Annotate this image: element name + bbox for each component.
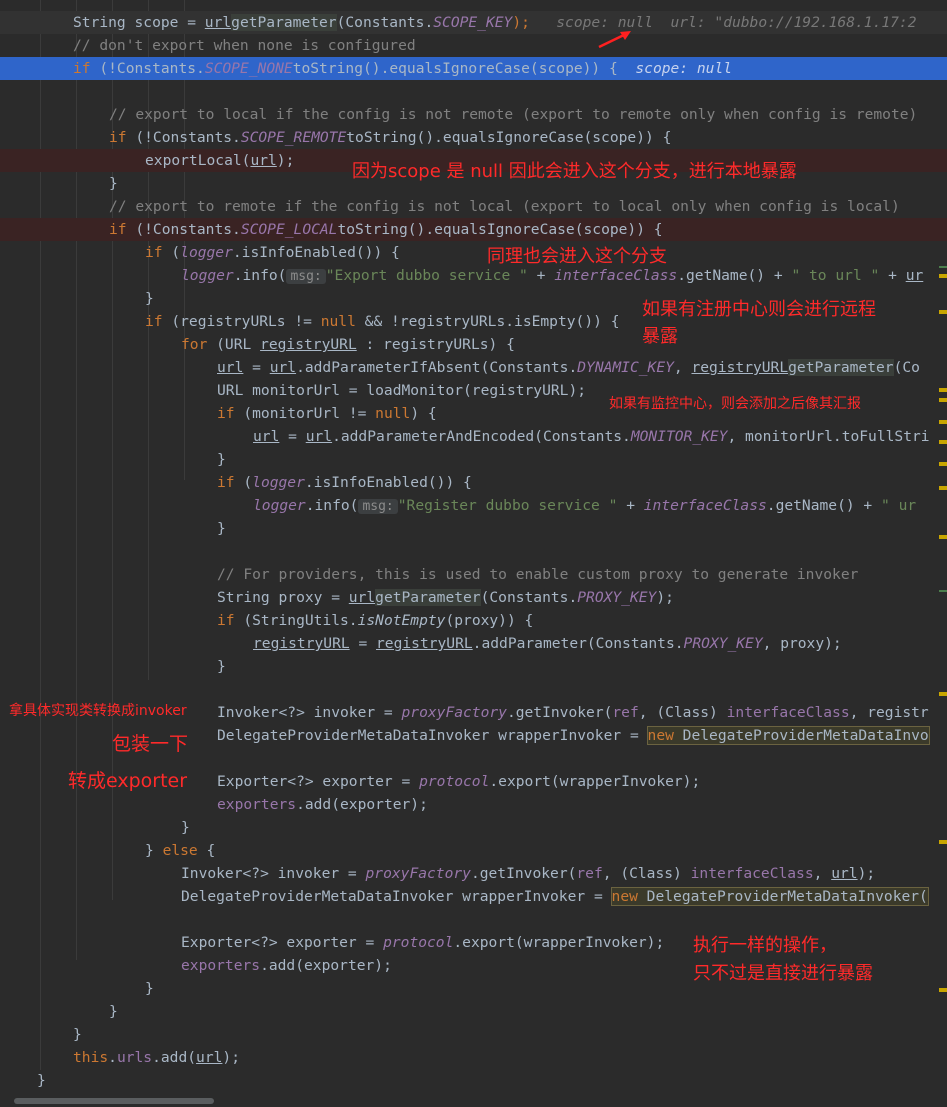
scrollbar-thumb[interactable] xyxy=(14,1098,214,1104)
stripe-marker[interactable] xyxy=(939,590,947,592)
code-line[interactable]: if (!Constants.SCOPE_REMOTEtoString().eq… xyxy=(0,126,947,149)
annotation-to-exporter: 转成exporter xyxy=(68,770,188,792)
stripe-marker[interactable] xyxy=(939,692,947,696)
stripe-marker[interactable] xyxy=(939,266,947,268)
stripe-marker[interactable] xyxy=(939,988,947,992)
annotation-same-operation: 执行一样的操作， xyxy=(693,935,837,956)
stripe-marker[interactable] xyxy=(939,486,947,490)
annotation-to-invoker: 拿具体实现类转换成invoker xyxy=(9,703,187,719)
annotation-local-export: 因为scope 是 null 因此会进入这个分支，进行本地暴露 xyxy=(352,161,797,182)
param-hint: msg: xyxy=(286,269,326,284)
code-editor[interactable]: String scope = urlgetParameter(Constants… xyxy=(0,0,947,1094)
code-line[interactable]: // export to remote if the config is not… xyxy=(0,195,947,218)
stripe-marker[interactable] xyxy=(939,398,947,402)
stripe-marker[interactable] xyxy=(939,462,947,466)
code-line[interactable]: if (!Constants.SCOPE_LOCALtoString().equ… xyxy=(0,218,947,241)
stripe-marker[interactable] xyxy=(939,840,947,844)
code-line[interactable]: if (logger.isInfoEnabled()) { xyxy=(0,471,947,494)
code-line-current[interactable]: if (!Constants.SCOPE_NONEtoString().equa… xyxy=(0,57,947,80)
stripe-marker[interactable] xyxy=(939,274,947,278)
code-line[interactable]: for (URL registryURL : registryURLs) { xyxy=(0,333,947,356)
code-line[interactable]: } xyxy=(0,1000,947,1023)
code-line[interactable]: exporters.add(exporter); xyxy=(0,793,947,816)
code-line[interactable]: if (StringUtils.isNotEmpty(proxy)) { xyxy=(0,609,947,632)
code-line[interactable]: this.urls.add(url); xyxy=(0,1046,947,1069)
code-line[interactable]: String scope = urlgetParameter(Constants… xyxy=(0,11,947,34)
stripe-marker[interactable] xyxy=(939,440,947,444)
code-line[interactable]: Invoker<?> invoker = proxyFactory.getInv… xyxy=(0,862,947,885)
code-line[interactable]: // don't export when none is configured xyxy=(0,34,947,57)
code-line[interactable]: registryURL = registryURL.addParameter(C… xyxy=(0,632,947,655)
debug-value: scope: null xyxy=(635,60,733,77)
code-line[interactable]: } xyxy=(0,1023,947,1046)
annotation-monitor: 如果有监控中心，则会添加之后像其汇报 xyxy=(609,396,861,412)
code-line[interactable]: } xyxy=(0,517,947,540)
code-line[interactable]: logger.info(msg: "Register dubbo service … xyxy=(0,494,947,517)
stripe-marker[interactable] xyxy=(939,388,947,392)
code-line[interactable]: } xyxy=(0,816,947,839)
code-line[interactable]: logger.info(msg: "Export dubbo service " … xyxy=(0,264,947,287)
code-line[interactable]: } xyxy=(0,1069,947,1092)
annotation-wrap: 包装一下 xyxy=(112,733,189,755)
code-line[interactable]: String proxy = urlgetParameter(Constants… xyxy=(0,586,947,609)
error-stripe[interactable] xyxy=(939,0,947,1094)
red-arrow-icon xyxy=(598,31,631,49)
stripe-marker[interactable] xyxy=(939,420,947,424)
param-hint: msg: xyxy=(358,499,398,514)
code-line[interactable]: url = url.addParameterAndEncoded(Constan… xyxy=(0,425,947,448)
horizontal-scrollbar[interactable] xyxy=(0,1094,947,1107)
stripe-marker[interactable] xyxy=(939,535,947,539)
stripe-marker[interactable] xyxy=(939,310,947,314)
code-line[interactable]: // For providers, this is used to enable… xyxy=(0,563,947,586)
code-line[interactable]: } xyxy=(0,655,947,678)
annotation-direct-export: 只不过是直接进行暴露 xyxy=(693,963,873,984)
code-line[interactable]: // export to local if the config is not … xyxy=(0,103,947,126)
annotation-registry-remote-2: 暴露 xyxy=(642,326,678,347)
code-line[interactable]: DelegateProviderMetaDataInvoker wrapperI… xyxy=(0,885,947,908)
annotation-registry-remote: 如果有注册中心则会进行远程 xyxy=(642,299,876,320)
code-line[interactable]: if (logger.isInfoEnabled()) { xyxy=(0,241,947,264)
annotation-same-branch: 同理也会进入这个分支 xyxy=(487,246,667,267)
code-line[interactable]: } else { xyxy=(0,839,947,862)
code-line[interactable]: url = url.addParameterIfAbsent(Constants… xyxy=(0,356,947,379)
code-line[interactable]: } xyxy=(0,448,947,471)
